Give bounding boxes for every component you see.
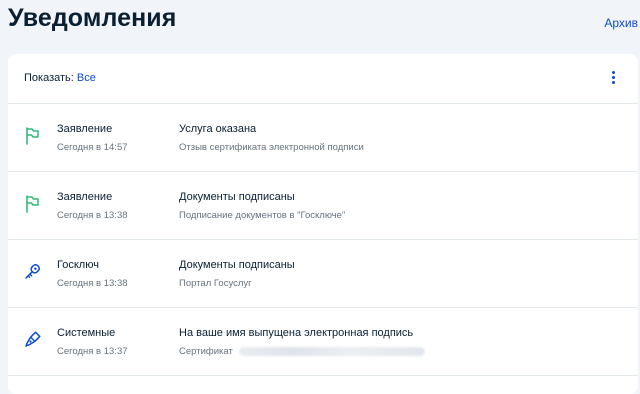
key-icon <box>22 262 42 282</box>
archive-link[interactable]: Архив <box>604 16 638 30</box>
flag-icon <box>22 126 42 146</box>
notification-source: Заявление <box>57 123 113 135</box>
filter-value-dropdown[interactable]: Все <box>77 72 96 84</box>
notification-title: Услуга оказана <box>179 123 257 135</box>
filter-label: Показать: <box>24 72 74 84</box>
notification-source: Заявление <box>57 191 113 203</box>
redacted-certificate-number <box>238 346 425 356</box>
notification-title: Документы подписаны <box>179 191 295 203</box>
notification-row[interactable]: Системные Сегодня в 13:37 На ваше имя вы… <box>8 308 638 376</box>
flag-icon <box>22 194 42 214</box>
notification-description: Сертификат <box>179 346 425 357</box>
notification-title: Документы подписаны <box>179 259 295 271</box>
filter: Показать: Все <box>24 72 96 84</box>
certificate-label: Сертификат <box>179 346 233 357</box>
filter-bar: Показать: Все <box>8 54 638 104</box>
pen-icon <box>22 330 42 350</box>
notification-time: Сегодня в 14:57 <box>57 142 128 153</box>
notification-row[interactable]: Госключ Сегодня в 13:38 Документы подпис… <box>8 240 638 308</box>
kebab-menu-icon[interactable] <box>612 71 616 85</box>
page-title: Уведомления <box>8 4 177 32</box>
notification-row[interactable]: Заявление Сегодня в 14:57 Услуга оказана… <box>8 104 638 172</box>
notification-source: Госключ <box>57 259 99 271</box>
notification-row[interactable]: Заявление Сегодня в 13:38 Документы подп… <box>8 172 638 240</box>
notification-time: Сегодня в 13:37 <box>57 346 128 357</box>
notification-time: Сегодня в 13:38 <box>57 278 128 289</box>
notification-description: Отзыв сертификата электронной подписи <box>179 142 364 153</box>
notification-time: Сегодня в 13:38 <box>57 210 128 221</box>
notification-description: Портал Госуслуг <box>179 278 252 289</box>
notification-description: Подписание документов в "Госключе" <box>179 210 346 221</box>
notifications-card: Показать: Все Заявление Сегодня в 14:57 … <box>8 54 638 394</box>
notification-source: Системные <box>57 327 116 339</box>
notification-title: На ваше имя выпущена электронная подпись <box>179 327 414 339</box>
